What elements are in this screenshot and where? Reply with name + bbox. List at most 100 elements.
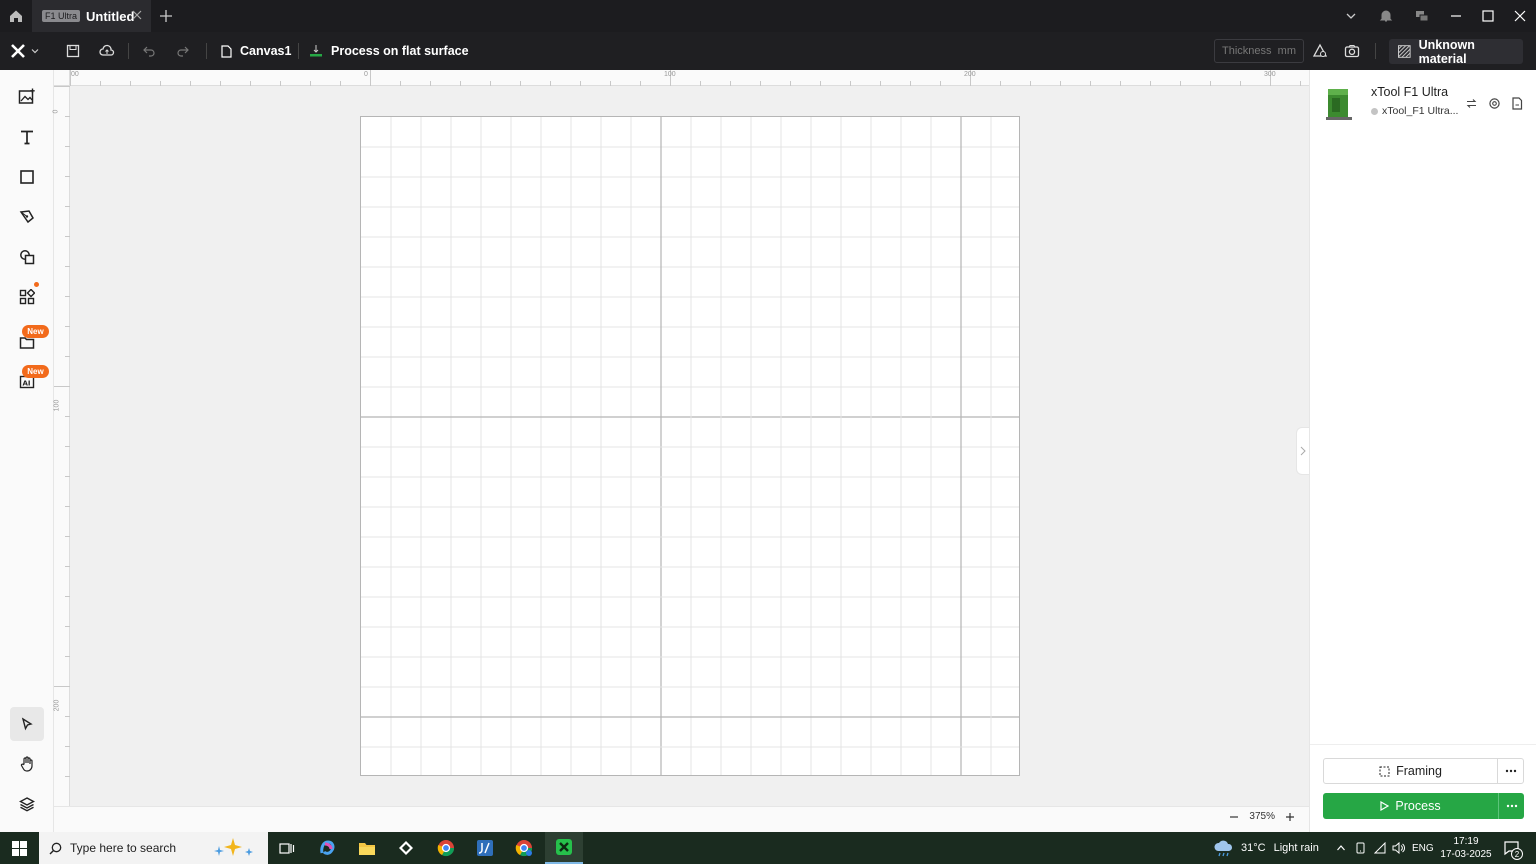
close-tab-icon[interactable] [132,10,142,20]
taskbar-chrome[interactable] [427,832,465,864]
new-tab-icon[interactable] [158,8,174,24]
rectangle-icon [20,170,34,184]
process-button[interactable]: Process [1323,793,1498,819]
ruler-corner [54,70,70,86]
canvas-selector[interactable]: Canvas1 [221,32,291,70]
image-add-icon [18,88,35,104]
apps-notification-dot [34,282,39,287]
work-area-grid[interactable] [360,116,1020,776]
weather-desc: Light rain [1273,842,1319,854]
notification-center-button[interactable]: 2 [1503,832,1523,864]
task-view-button[interactable] [268,832,306,864]
pen-tool-button[interactable] [10,200,44,234]
undo-icon [143,46,155,57]
tray-network-icon[interactable] [1374,832,1387,864]
device-files-button[interactable] [1511,97,1523,110]
maximize-icon [1482,10,1494,22]
process-label: Process [1395,799,1441,813]
device-name: xTool F1 Ultra [1371,85,1449,99]
zoom-in-button[interactable] [1285,812,1295,822]
main-toolbar: Canvas1 Process on flat surface [0,32,1536,70]
tray-volume-icon[interactable] [1392,832,1405,864]
taskbar-file-explorer[interactable] [348,832,386,864]
close-icon [1514,10,1526,22]
device-badge: F1 Ultra [42,10,81,22]
upload-cloud-button[interactable] [99,32,115,70]
pan-tool-button[interactable] [10,747,44,781]
device-settings-button[interactable] [1488,97,1501,110]
text-tool-button[interactable] [10,120,44,154]
search-icon [49,842,62,854]
left-ruler[interactable]: 0 100 200 [52,86,70,806]
notifications-button[interactable] [1370,0,1402,32]
save-button[interactable] [66,32,80,70]
messages-button[interactable] [1406,0,1438,32]
device-connection[interactable]: xTool_F1 Ultra... [1371,105,1458,117]
shapes-tool-button[interactable] [10,240,44,274]
chevron-down-icon [1346,13,1356,19]
framing-more-button[interactable] [1497,759,1523,783]
clock-time: 17:19 [1453,836,1479,847]
device-connection-label: xTool_F1 Ultra... [1382,105,1459,117]
process-mode-selector[interactable]: Process on flat surface [309,32,469,70]
layers-button[interactable] [10,787,44,821]
taskbar-xtool-studio[interactable] [545,832,583,864]
ruler-label: 300 [1264,71,1276,78]
camera-button[interactable] [1344,32,1360,70]
app-icon [477,840,493,856]
material-selector[interactable]: Unknown material [1389,38,1523,66]
chrome-icon [515,840,533,857]
status-bar: 375% [54,806,1309,832]
minimize-icon [1451,15,1461,17]
taskbar-app-inkscape[interactable] [387,832,425,864]
laser-machine-icon [1326,89,1352,120]
cloud-rain-icon [1214,840,1233,857]
ruler-label: 200 [964,71,976,78]
top-ruler[interactable]: 00 0 100 200 300 [70,70,1309,86]
wifi-icon [1374,842,1386,854]
app-menu-button[interactable] [10,32,40,70]
measure-icon [1312,43,1328,57]
select-tool-button[interactable] [10,707,44,741]
show-hidden-icons-button[interactable] [1336,832,1346,864]
ruler-label: 0 [364,71,368,78]
start-button[interactable] [0,832,38,864]
canvas-name: Canvas1 [240,44,292,58]
language-indicator[interactable]: ENG [1412,832,1434,864]
toolbar-divider [128,43,129,59]
zoom-level[interactable]: 375% [1249,811,1275,822]
taskbar-app-jellyfin[interactable] [466,832,504,864]
chat-icon [1416,11,1429,22]
taskbar-search[interactable]: Type here to search [39,832,268,864]
redo-button[interactable] [176,32,190,70]
gear-icon [1489,98,1500,109]
bell-icon [1379,10,1393,22]
close-window-button[interactable] [1504,0,1536,32]
maximize-button[interactable] [1472,0,1504,32]
home-button[interactable] [0,0,32,32]
left-toolbar: New AI New [0,70,54,832]
panel-collapse-toggle[interactable] [1296,427,1309,475]
image-tool-button[interactable] [10,80,44,114]
process-more-button[interactable] [1498,793,1524,819]
document-tab[interactable]: F1 Ultra Untitled [32,0,151,32]
framing-button[interactable]: Framing [1324,759,1497,783]
language-label: ENG [1412,842,1434,854]
weather-widget[interactable]: 31°C Light rain [1213,832,1319,864]
taskbar-copilot[interactable] [309,832,347,864]
switch-device-button[interactable] [1466,98,1477,109]
tabs-dropdown-button[interactable] [1335,0,1367,32]
thickness-input[interactable]: Thickness mm [1214,39,1304,63]
taskbar-chrome-profile[interactable] [505,832,543,864]
tray-device-icon[interactable] [1355,832,1367,864]
undo-button[interactable] [142,32,156,70]
rectangle-tool-button[interactable] [10,160,44,194]
right-panel: xTool F1 Ultra xTool_F1 Ultra... Framing… [1309,70,1536,832]
measure-button[interactable] [1312,32,1328,70]
document-icon [1512,97,1523,110]
taskbar-clock[interactable]: 17:19 17-03-2025 [1436,835,1496,861]
minimize-button[interactable] [1440,0,1472,32]
flat-surface-icon [310,45,322,57]
zoom-out-button[interactable] [1229,812,1239,822]
design-canvas[interactable] [70,86,1309,806]
